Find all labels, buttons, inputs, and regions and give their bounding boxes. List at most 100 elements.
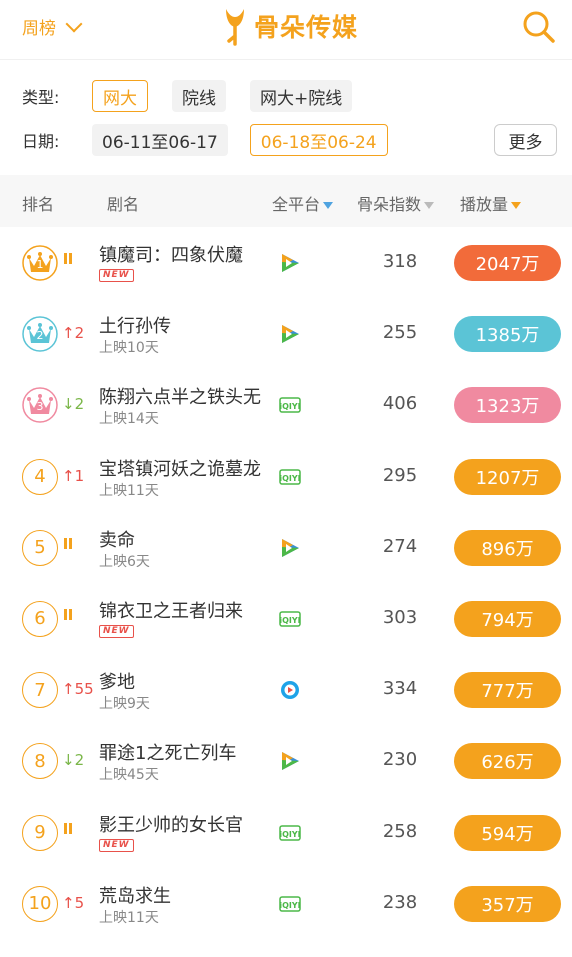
ranking-list: 1 镇魔司：四象伏魔 NEW 318 2047万 2 ↑ 2 土行孙传 上映10天 255 1385万… [0, 227, 572, 939]
show-title[interactable]: 镇魔司：四象伏魔 [99, 241, 277, 267]
new-badge: NEW [99, 269, 134, 282]
table-row[interactable]: 1 镇魔司：四象伏魔 NEW 318 2047万 [0, 227, 572, 298]
brand-mark-icon [226, 9, 244, 46]
rank-number: 3 [36, 400, 44, 414]
more-button[interactable]: 更多 [494, 124, 557, 156]
svg-text:iQIYI: iQIYI [279, 616, 300, 625]
table-row[interactable]: 7 ↑ 55 爹地上映9天 334 777万 [0, 654, 572, 725]
type-chip-both[interactable]: 网大+院线 [250, 80, 353, 112]
rank-change-value: 1 [74, 466, 85, 485]
rank-change: ↓ 2 [62, 751, 84, 769]
gudou-index: 230 [382, 749, 418, 771]
table-row[interactable]: 4 ↑ 1 宝塔镇河妖之诡墓龙 上映11天 iQIYI 295 1207万 [0, 441, 572, 512]
chevron-down-icon [65, 15, 83, 32]
table-row[interactable]: 3 ↓ 2 陈翔六点半之铁头无 上映14天 iQIYI 406 1323万 [0, 369, 572, 440]
period-selector[interactable]: 周榜 [22, 14, 83, 39]
filter-panel: 类型: 网大 院线 网大+院线 日期: 06-11至06-17 06-18至06… [0, 60, 572, 175]
show-title[interactable]: 荒岛求生 [99, 882, 277, 908]
play-count-badge: 794万 [454, 600, 561, 637]
tencent-video-icon [279, 751, 301, 771]
svg-text:iQIYI: iQIYI [279, 901, 300, 910]
rank-change-value: 5 [74, 893, 85, 912]
play-count-badge: 594万 [454, 814, 561, 851]
show-title[interactable]: 土行孙传 [99, 312, 277, 338]
svg-text:iQIYI: iQIYI [279, 830, 300, 839]
crown-icon: 1 [22, 245, 58, 281]
gudou-index: 334 [382, 678, 418, 700]
show-title[interactable]: 爹地 [99, 668, 277, 694]
table-row[interactable]: 10 ↑ 5 荒岛求生 上映11天 iQIYI 238 357万 [0, 868, 572, 939]
col-platform-filter[interactable]: 全平台 [272, 191, 334, 215]
gudou-index: 295 [382, 464, 418, 486]
table-row[interactable]: 8 ↓ 2 罪途1之死亡列车 上映45天 230 626万 [0, 725, 572, 796]
show-title[interactable]: 锦衣卫之王者归来 [99, 597, 277, 623]
rank-number: 5 [22, 529, 58, 566]
play-count-badge: 1207万 [454, 458, 561, 495]
sort-triangle-icon [424, 202, 435, 209]
col-plays-sort[interactable]: 播放量 [460, 191, 522, 215]
release-days: 上映10天 [99, 340, 159, 357]
down-arrow-icon: ↓ [62, 395, 75, 414]
type-filter-row: 类型: 网大 院线 网大+院线 [22, 80, 376, 112]
col-rank: 排名 [22, 195, 55, 214]
show-title[interactable]: 卖命 [99, 526, 277, 552]
play-count-badge: 626万 [454, 743, 561, 780]
rank-number: 7 [22, 672, 58, 709]
no-change-icon [64, 537, 72, 549]
iqiyi-icon: iQIYI [279, 609, 301, 629]
iqiyi-icon: iQIYI [279, 467, 301, 487]
tencent-video-icon [279, 538, 301, 558]
rank-change: ↑ 55 [62, 680, 94, 698]
gudou-index: 318 [382, 251, 418, 272]
table-row[interactable]: 6 锦衣卫之王者归来 NEW iQIYI 303 794万 [0, 583, 572, 654]
up-arrow-icon: ↑ [62, 466, 75, 485]
table-row[interactable]: 9 影王少帅的女长官 NEW iQIYI 258 594万 [0, 797, 572, 868]
search-icon[interactable] [522, 10, 556, 44]
col-platform-label: 全平台 [272, 195, 321, 214]
show-title[interactable]: 宝塔镇河妖之诡墓龙 [99, 455, 277, 481]
date-filter-row: 日期: 06-11至06-17 06-18至06-24 [22, 124, 412, 156]
show-title[interactable]: 影王少帅的女长官 [99, 811, 277, 837]
type-chip-web-movie[interactable]: 网大 [92, 80, 148, 112]
column-header: 排名 剧名 全平台 骨朵指数 播放量 [0, 175, 572, 227]
play-count-badge: 1323万 [454, 387, 561, 424]
up-arrow-icon: ↑ [62, 324, 75, 343]
date-chip-prev-week[interactable]: 06-11至06-17 [92, 124, 228, 156]
rank-number: 2 [36, 329, 44, 343]
youku-icon [279, 680, 301, 700]
show-title[interactable]: 陈翔六点半之铁头无 [99, 383, 277, 409]
rank-number: 8 [22, 743, 58, 780]
col-plays-label: 播放量 [460, 195, 509, 214]
tencent-video-icon [279, 324, 301, 344]
table-row[interactable]: 2 ↑ 2 土行孙传 上映10天 255 1385万 [0, 298, 572, 369]
date-chip-current-week[interactable]: 06-18至06-24 [249, 124, 388, 156]
brand-name: 骨朵传媒 [254, 13, 359, 42]
gudou-index: 258 [382, 820, 418, 842]
col-index-sort[interactable]: 骨朵指数 [357, 191, 435, 215]
brand-logo: 骨朵传媒 [222, 6, 358, 46]
rank-number: 10 [22, 885, 58, 922]
play-count-badge: 357万 [454, 885, 561, 922]
no-change-icon [64, 608, 72, 620]
new-badge: NEW [99, 838, 134, 852]
play-count-badge: 1385万 [454, 316, 561, 353]
table-row[interactable]: 5 卖命 上映6天 274 896万 [0, 512, 572, 583]
rank-number: 6 [22, 600, 58, 637]
top-bar: 周榜 骨朵传媒 [0, 0, 572, 60]
new-badge: NEW [99, 624, 134, 638]
rank-change: ↑ 1 [62, 467, 84, 485]
play-count-badge: 777万 [454, 672, 561, 709]
release-days: 上映11天 [99, 482, 159, 499]
iqiyi-icon: iQIYI [279, 894, 301, 914]
up-arrow-icon: ↑ [62, 893, 75, 912]
release-days: 上映9天 [99, 696, 150, 713]
rank-change: ↑ 2 [62, 324, 84, 342]
type-label: 类型: [22, 88, 60, 107]
crown-icon: 2 [22, 316, 58, 352]
rank-change-value: 2 [74, 395, 85, 414]
play-count-badge: 896万 [454, 529, 561, 566]
show-title[interactable]: 罪途1之死亡列车 [99, 739, 277, 765]
type-chip-theatrical[interactable]: 院线 [172, 80, 226, 112]
gudou-index: 238 [382, 891, 418, 913]
rank-change: ↑ 5 [62, 894, 84, 912]
